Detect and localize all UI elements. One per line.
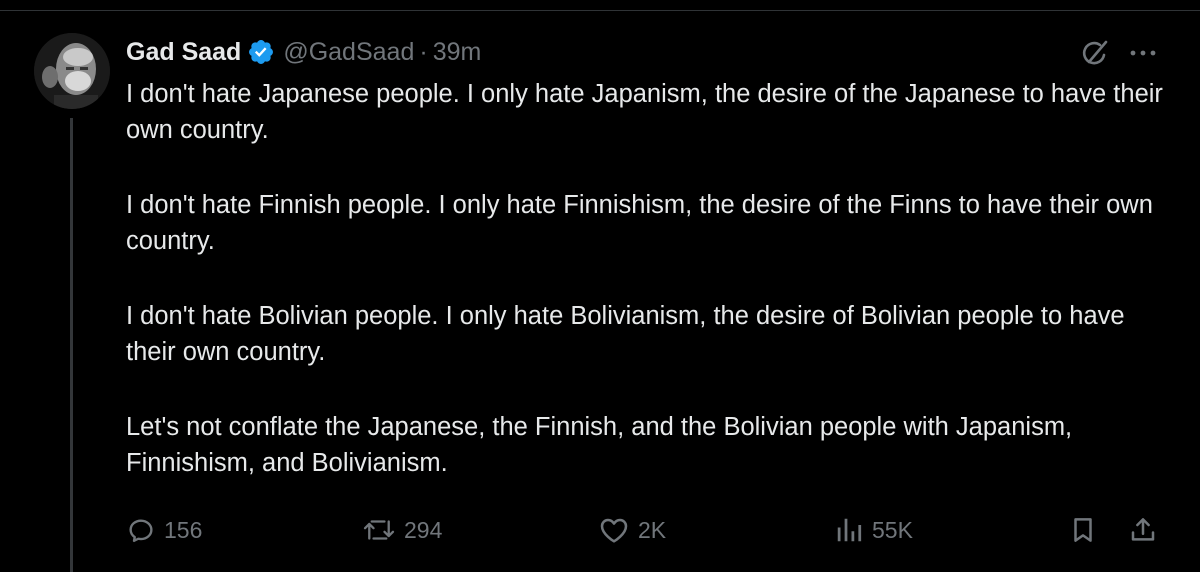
verified-badge-icon[interactable] [247, 38, 275, 66]
repost-count: 294 [404, 516, 443, 543]
reply-button[interactable]: 156 [126, 510, 202, 550]
display-name[interactable]: Gad Saad [126, 38, 241, 67]
grok-icon[interactable] [1080, 38, 1110, 68]
share-icon [1131, 518, 1155, 541]
bookmark-icon [1074, 518, 1092, 542]
tweet-text: I don't hate Japanese people. I only hat… [126, 76, 1176, 520]
action-bar: 156 294 2K 55K [0, 510, 1200, 550]
views-icon [837, 518, 862, 542]
tweet-header: Gad Saad @GadSaad · 39m [126, 34, 481, 70]
timestamp[interactable]: 39m [433, 38, 482, 67]
reply-count: 156 [164, 516, 203, 543]
reply-icon [129, 519, 153, 543]
share-button[interactable] [1128, 510, 1158, 550]
thread-line [70, 118, 73, 572]
tweet-paragraph: I don't hate Japanese people. I only hat… [126, 80, 1163, 144]
top-divider [0, 0, 1200, 11]
separator-dot: · [419, 37, 428, 66]
tweet-paragraph: I don't hate Bolivian people. I only hat… [126, 302, 1125, 366]
handle[interactable]: @GadSaad [283, 38, 414, 67]
tweet-paragraph: I don't hate Finnish people. I only hate… [126, 191, 1153, 255]
heart-icon [600, 518, 628, 543]
repost-button[interactable]: 294 [362, 510, 442, 550]
views-count: 55K [872, 516, 913, 543]
like-button[interactable]: 2K [598, 510, 666, 550]
avatar[interactable] [34, 33, 110, 109]
tweet-paragraph: Let's not conflate the Japanese, the Fin… [126, 413, 1073, 477]
avatar-image [34, 33, 110, 109]
more-icon[interactable] [1126, 38, 1160, 68]
views-button[interactable]: 55K [834, 510, 913, 550]
like-count: 2K [638, 516, 667, 543]
bookmark-button[interactable] [1068, 510, 1098, 550]
repost-icon [363, 520, 395, 540]
